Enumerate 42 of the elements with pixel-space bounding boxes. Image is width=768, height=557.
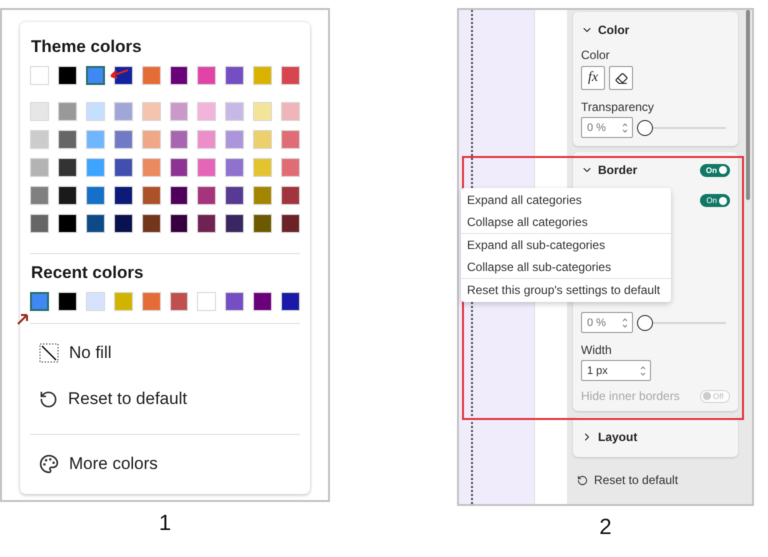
width-field[interactable]: 1 px bbox=[581, 360, 651, 381]
card-title[interactable]: Color bbox=[598, 23, 730, 37]
menu-item[interactable]: Reset this group's settings to default bbox=[461, 279, 671, 301]
eraser-icon bbox=[614, 72, 628, 84]
panel-caption: 2 bbox=[599, 514, 612, 540]
color-swatch[interactable] bbox=[30, 292, 49, 311]
scrollbar-thumb[interactable] bbox=[746, 10, 750, 200]
menu-item[interactable]: Expand all categories bbox=[461, 189, 671, 211]
menu-item[interactable]: More colors bbox=[30, 441, 300, 487]
field-label: Width bbox=[581, 343, 613, 357]
fx-button[interactable]: fx bbox=[581, 66, 605, 90]
toggle-label: Hide inner borders bbox=[581, 389, 680, 403]
slider-thumb[interactable] bbox=[637, 120, 653, 136]
card-title[interactable]: Border bbox=[598, 163, 695, 177]
spinner-icon[interactable] bbox=[640, 364, 646, 376]
menu-item[interactable]: Reset to default bbox=[30, 376, 300, 422]
menu-item[interactable]: Collapse all categories bbox=[461, 211, 671, 233]
reset-link[interactable]: Reset to default bbox=[594, 473, 678, 487]
field-label: Color bbox=[581, 48, 611, 62]
menu-item[interactable]: Expand all sub-categories bbox=[461, 234, 671, 256]
menu-item[interactable]: No fill bbox=[30, 330, 300, 376]
percent-field[interactable]: 0 % bbox=[581, 117, 633, 138]
no-fill-icon bbox=[39, 343, 59, 363]
reset-icon bbox=[577, 474, 588, 486]
eraser-button[interactable] bbox=[609, 66, 633, 90]
toggle-switch[interactable]: On bbox=[700, 164, 730, 176]
slider-thumb[interactable] bbox=[637, 314, 653, 330]
menu-item[interactable]: Collapse all sub-categories bbox=[461, 256, 671, 278]
section-title: Recent colors bbox=[31, 262, 144, 284]
percent-field[interactable]: 0 % bbox=[581, 312, 633, 333]
field-label: Transparency bbox=[581, 100, 655, 114]
toggle-switch[interactable]: On bbox=[700, 194, 730, 207]
pointer-arrow-icon bbox=[108, 68, 130, 80]
section-title: Theme colors bbox=[31, 36, 143, 58]
spinner-icon[interactable] bbox=[622, 316, 628, 328]
panel-caption: 1 bbox=[158, 510, 172, 536]
reset-icon bbox=[39, 390, 58, 408]
pointer-arrow-icon bbox=[16, 312, 30, 326]
spinner-icon[interactable] bbox=[622, 122, 628, 134]
palette-icon bbox=[39, 454, 59, 474]
color-swatch[interactable] bbox=[86, 66, 105, 85]
card-title[interactable]: Layout bbox=[598, 430, 730, 444]
